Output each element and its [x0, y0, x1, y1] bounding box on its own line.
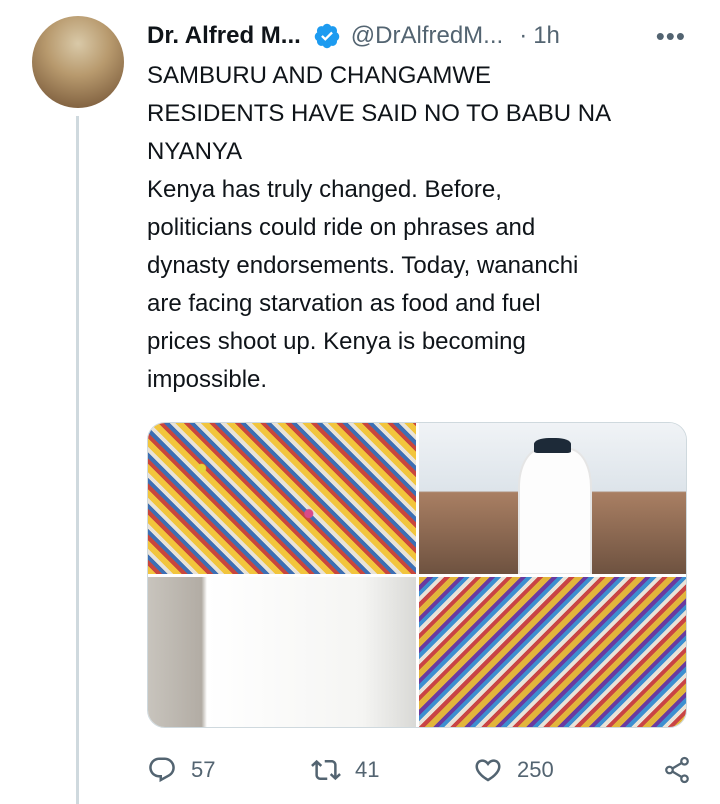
reply-button[interactable]: 57: [147, 745, 215, 795]
tweet-text-line: NYANYA: [147, 138, 243, 165]
photo-crowd-aerial[interactable]: [418, 576, 686, 727]
like-button[interactable]: 250: [473, 745, 554, 795]
photo-speaker-cap: [533, 438, 571, 454]
media-grid: [147, 422, 687, 728]
tweet-header: Dr. Alfred M... @DrAlfredM... · 1h •••: [147, 18, 700, 54]
tweet-text-line: dynasty endorsements. Today, wananchi: [147, 252, 579, 279]
retweet-icon: [311, 759, 341, 781]
photo-speaker-figure: [520, 450, 590, 574]
verified-badge-icon: [314, 23, 340, 49]
author-name[interactable]: Dr. Alfred M...: [147, 22, 301, 50]
more-options-icon[interactable]: •••: [656, 18, 686, 54]
reply-count: 57: [191, 757, 216, 782]
tweet-text-line: politicians could ride on phrases and: [147, 214, 536, 241]
author-handle[interactable]: @DrAlfredM...: [351, 22, 503, 50]
tweet-actions: 57 41 250: [147, 745, 692, 795]
tweet-text-line: SAMBURU AND CHANGAMWE: [147, 62, 492, 89]
tweet-timestamp[interactable]: 1h: [533, 22, 560, 50]
tweet-text: SAMBURU AND CHANGAMWE RESIDENTS HAVE SAI…: [147, 57, 692, 399]
author-avatar[interactable]: [32, 16, 124, 108]
photo-speaker-closeup[interactable]: [148, 576, 416, 727]
retweet-button[interactable]: 41: [311, 745, 379, 795]
share-button[interactable]: [662, 745, 692, 795]
like-count: 250: [517, 757, 554, 782]
tweet-text-line: impossible.: [147, 366, 268, 393]
reply-icon: [149, 757, 175, 783]
photo-crowd-rally[interactable]: [148, 423, 416, 574]
share-icon: [665, 756, 689, 784]
separator-dot: ·: [519, 22, 528, 49]
thread-line: [76, 116, 79, 804]
tweet-text-line: RESIDENTS HAVE SAID NO TO BABU NA: [147, 100, 612, 127]
heart-icon: [475, 759, 501, 782]
retweet-count: 41: [355, 757, 380, 782]
tweet-text-line: are facing starvation as food and fuel: [147, 290, 541, 317]
tweet-text-line: prices shoot up. Kenya is becoming: [147, 328, 526, 355]
tweet-text-line: Kenya has truly changed. Before,: [147, 176, 502, 203]
photo-speaker-on-vehicle[interactable]: [418, 423, 686, 574]
